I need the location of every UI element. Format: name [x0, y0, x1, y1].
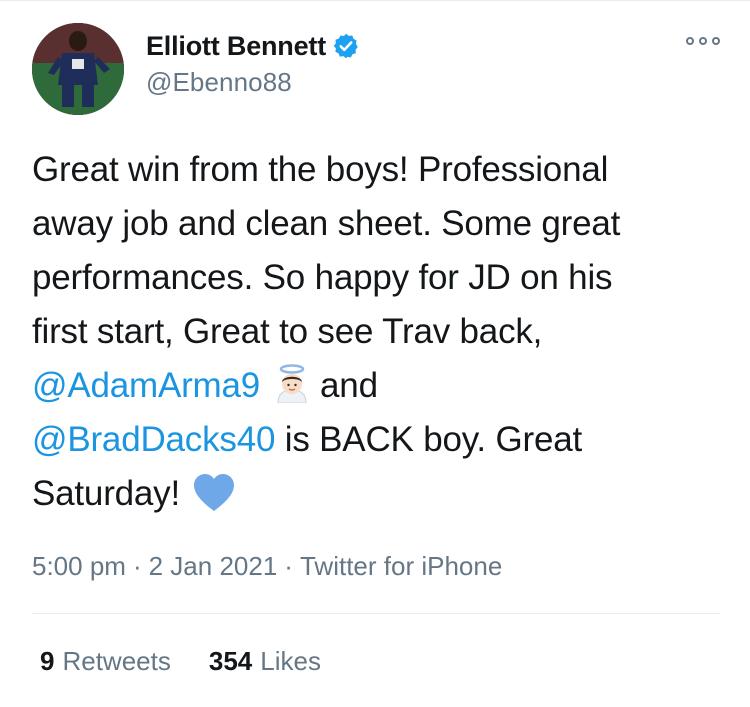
more-dot [712, 37, 720, 45]
verified-badge-icon [332, 32, 360, 60]
tweet-text-line: @BradDacks40 is BACK boy. Great [32, 413, 722, 467]
tweet-time[interactable]: 5:00 pm [32, 551, 126, 581]
author-handle[interactable]: @Ebenno88 [146, 67, 360, 98]
tweet-date[interactable]: 2 Jan 2021 [149, 551, 278, 581]
tweet-text-segment: Great win from the boys! Professional [32, 150, 609, 189]
angel-emoji-icon [272, 363, 312, 404]
tweet-header: Elliott Bennett @Ebenno88 [32, 23, 720, 115]
tweet-meta: 5:00 pm · 2 Jan 2021 · Twitter for iPhone [32, 551, 502, 582]
retweets-label: Retweets [62, 646, 171, 676]
tweet-source[interactable]: Twitter for iPhone [300, 551, 502, 581]
blue-heart-emoji-icon [192, 473, 236, 513]
divider [32, 613, 720, 614]
tweet-text-segment: and [320, 366, 378, 405]
retweets-stat[interactable]: 9 Retweets [40, 646, 171, 677]
avatar[interactable] [32, 23, 124, 115]
tweet-text-segment: first start, Great to see Trav back, [32, 312, 543, 351]
name-row: Elliott Bennett [146, 29, 360, 63]
more-dot [699, 37, 707, 45]
tweet-text: Great win from the boys! Professional awa… [32, 143, 722, 521]
tweet-detail-screen: Elliott Bennett @Ebenno88 Great win from… [0, 0, 750, 707]
tweet-text-line: performances. So happy for JD on his [32, 251, 722, 305]
tweet-text-line: @AdamArma9 and [32, 359, 722, 413]
tweet-text-segment: Saturday! [32, 474, 181, 513]
meta-separator: · [132, 551, 142, 581]
mention-link[interactable]: @BradDacks40 [32, 420, 275, 459]
tweet-text-line: away job and clean sheet. Some great [32, 197, 722, 251]
tweet-stats: 9 Retweets 354 Likes [40, 646, 321, 677]
likes-count: 354 [208, 646, 253, 676]
tweet-text-line: Great win from the boys! Professional [32, 143, 722, 197]
likes-label: Likes [260, 646, 321, 676]
tweet-text-line: Saturday! [32, 467, 722, 521]
more-options-icon[interactable] [686, 31, 720, 51]
tweet-text-line: first start, Great to see Trav back, [32, 305, 722, 359]
tweet-text-segment: performances. So happy for JD on his [32, 258, 613, 297]
more-dot [686, 37, 694, 45]
retweets-count: 9 [40, 646, 55, 676]
avatar-photo-icon [32, 23, 124, 115]
meta-separator: · [284, 551, 293, 581]
display-name[interactable]: Elliott Bennett [146, 31, 326, 62]
tweet-text-segment: is BACK boy. Great [275, 420, 583, 459]
mention-link[interactable]: @AdamArma9 [32, 366, 260, 405]
likes-stat[interactable]: 354 Likes [209, 646, 321, 677]
tweet-text-segment: away job and clean sheet. Some great [32, 204, 621, 243]
author-info[interactable]: Elliott Bennett @Ebenno88 [146, 29, 360, 98]
